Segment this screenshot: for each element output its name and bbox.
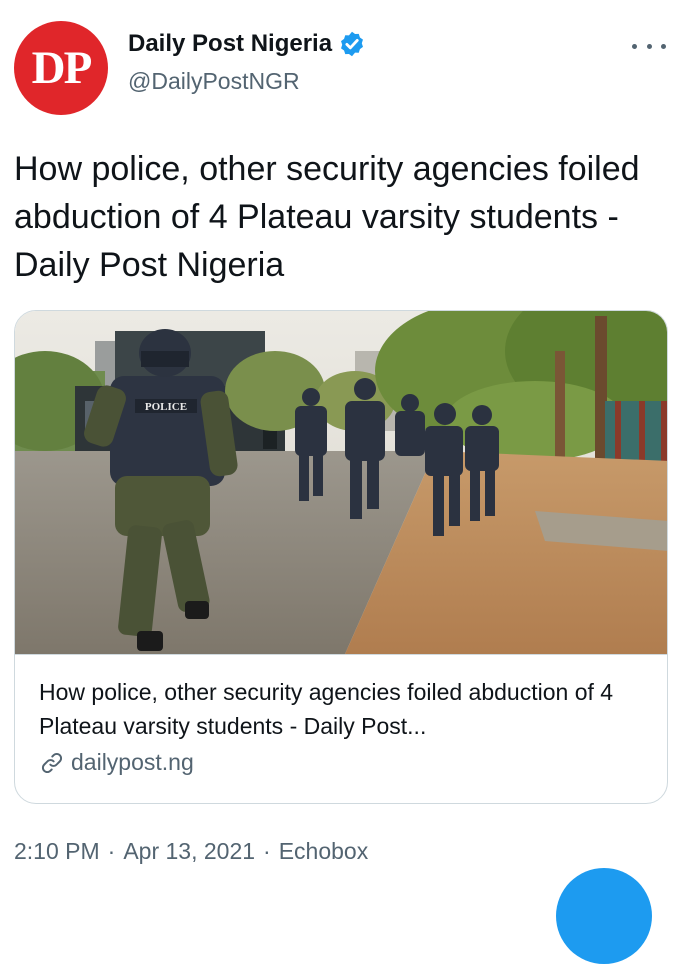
more-options-icon[interactable] [632,32,666,60]
link-preview-card[interactable]: POLICE How police, other security agenci… [14,310,668,804]
compose-tweet-button[interactable] [556,868,652,964]
author-handle[interactable]: @DailyPostNGR [128,68,300,95]
card-domain[interactable]: dailypost.ng [39,749,194,776]
tweet-date[interactable]: Apr 13, 2021 [123,838,255,864]
avatar-initials: DP [31,42,93,94]
meta-separator: · [107,838,116,864]
card-domain-text: dailypost.ng [71,749,194,775]
link-icon [41,752,63,773]
author-display-name[interactable]: Daily Post Nigeria [128,30,332,58]
tweet-metadata: 2:10 PM · Apr 13, 2021 · Echobox [14,838,368,865]
meta-separator: · [263,838,271,864]
tweet-source[interactable]: Echobox [279,838,369,864]
tweet-text: How police, other security agencies foil… [14,150,640,284]
verified-badge-icon [341,31,363,57]
avatar[interactable]: DP [14,21,108,115]
tweet-time[interactable]: 2:10 PM [14,838,100,864]
card-title[interactable]: How police, other security agencies foil… [39,675,639,743]
card-image: POLICE [15,311,667,655]
svg-text:POLICE: POLICE [145,401,187,413]
tweet-header: DP Daily Post Nigeria @DailyPostNGR [0,0,684,130]
